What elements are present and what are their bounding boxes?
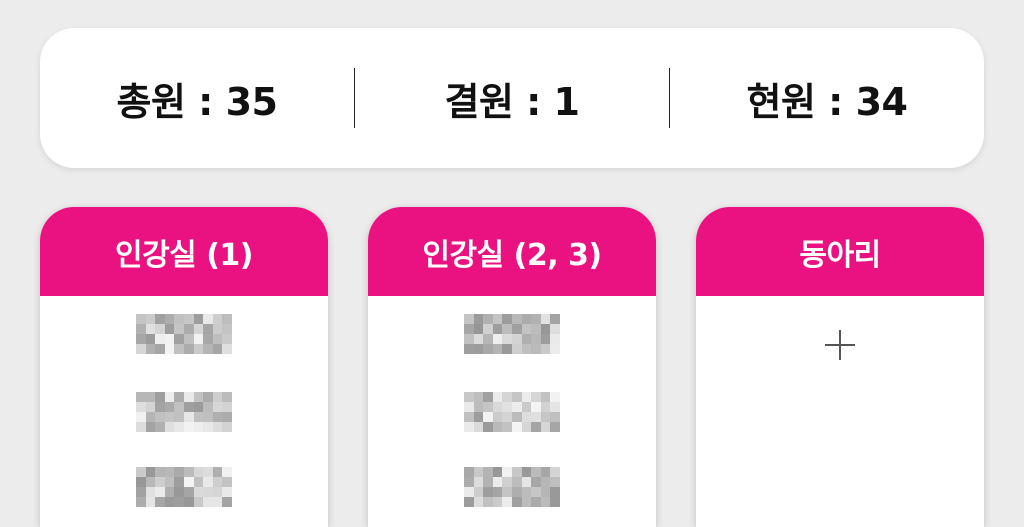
member-name-redacted[interactable] — [136, 467, 232, 507]
club-card-title: 동아리 — [696, 207, 984, 296]
attendance-summary: 총원 : 35 결원 : 1 현원 : 34 — [40, 28, 984, 168]
room-card-title: 인강실 (1) — [40, 207, 328, 296]
member-name-redacted[interactable] — [136, 392, 232, 432]
member-name-redacted[interactable] — [136, 314, 232, 354]
total-count: 총원 : 35 — [116, 79, 278, 124]
absent-count: 결원 : 1 — [444, 79, 580, 124]
present-count: 현원 : 34 — [746, 79, 908, 124]
room-card-1: 인강실 (1) — [40, 207, 328, 527]
room-card-2: 인강실 (2, 3) — [368, 207, 656, 527]
room-card-title: 인강실 (2, 3) — [368, 207, 656, 296]
plus-icon[interactable] — [819, 324, 861, 366]
club-card: 동아리 — [696, 207, 984, 527]
member-name-redacted[interactable] — [464, 392, 560, 432]
member-name-redacted[interactable] — [464, 467, 560, 507]
member-name-redacted[interactable] — [464, 314, 560, 354]
